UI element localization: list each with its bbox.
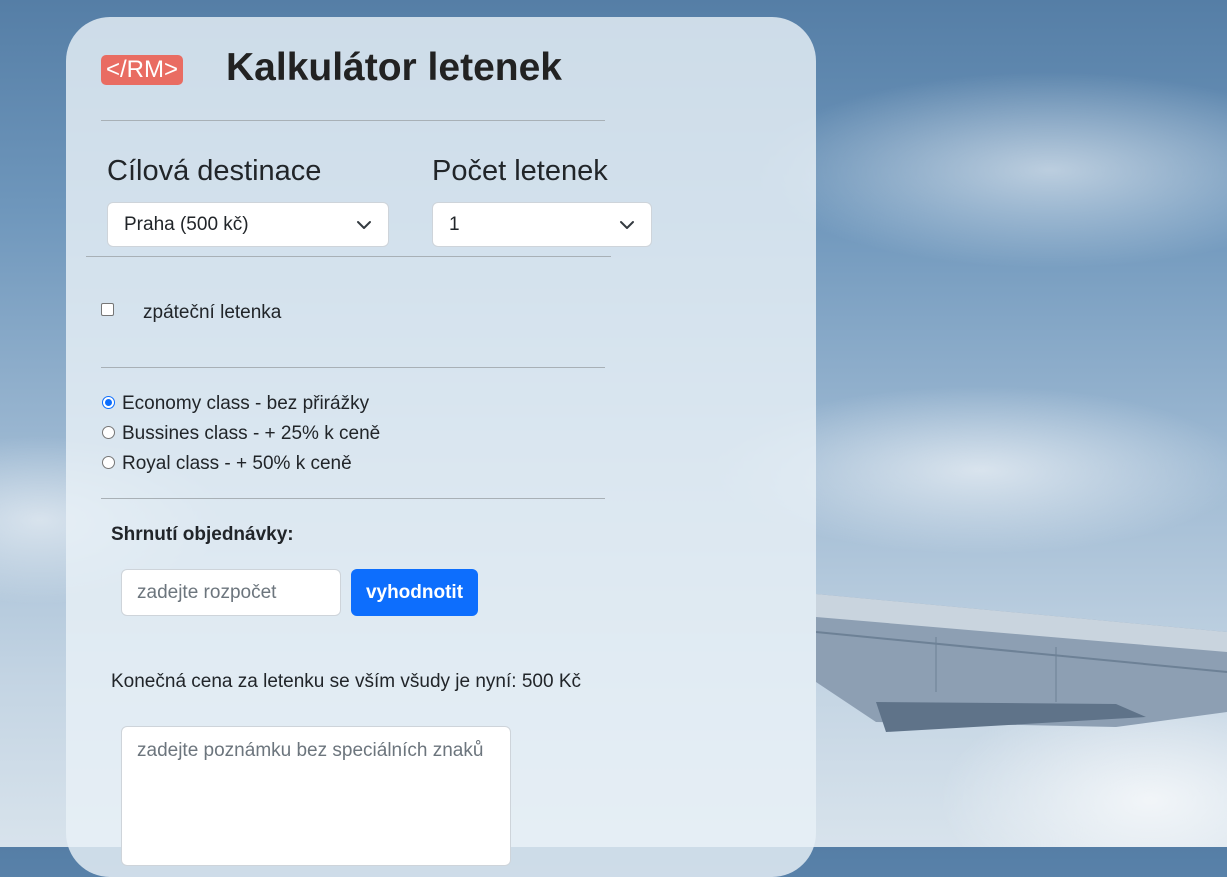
divider <box>86 256 611 257</box>
chevron-down-icon <box>620 221 634 229</box>
page-title: Kalkulátor letenek <box>226 46 562 89</box>
economy-class-radio[interactable] <box>102 396 115 409</box>
chevron-down-icon <box>357 221 371 229</box>
destination-label: Cílová destinace <box>107 155 322 187</box>
business-class-radio[interactable] <box>102 426 115 439</box>
summary-heading: Shrnutí objednávky: <box>111 524 294 545</box>
economy-class-label: Economy class - bez přirážky <box>122 393 370 414</box>
evaluate-button[interactable]: vyhodnotit <box>351 569 478 616</box>
divider <box>101 498 605 499</box>
royal-class-radio[interactable] <box>102 456 115 469</box>
destination-select[interactable]: Praha (500 kč) <box>107 202 389 247</box>
business-class-label: Bussines class - + 25% k ceně <box>122 423 381 444</box>
tickets-label: Počet letenek <box>432 155 608 187</box>
tickets-select[interactable]: 1 <box>432 202 652 247</box>
destination-select-value: Praha (500 kč) <box>124 213 249 235</box>
divider <box>101 367 605 368</box>
royal-class-label: Royal class - + 50% k ceně <box>122 453 352 474</box>
airplane-wing-image <box>816 594 1227 732</box>
return-ticket-label: zpáteční letenka <box>143 302 282 323</box>
return-ticket-checkbox[interactable] <box>101 303 114 316</box>
tickets-select-value: 1 <box>449 213 460 235</box>
budget-input[interactable] <box>121 569 341 616</box>
header-logo-wrap: </RM> <box>101 45 184 95</box>
final-price-text: Konečná cena za letenku se vším všudy je… <box>111 671 581 692</box>
note-textarea[interactable] <box>121 726 511 866</box>
rm-logo: </RM> <box>101 55 184 85</box>
divider <box>101 120 605 121</box>
